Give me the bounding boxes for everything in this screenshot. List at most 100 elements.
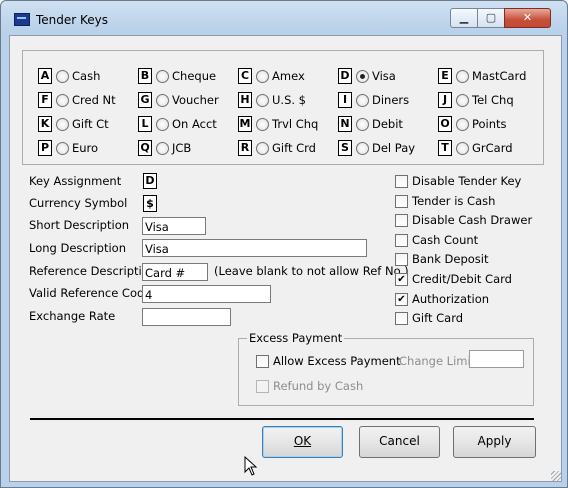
tender-key-label: Tel Chq	[472, 93, 514, 107]
tender-key-radio[interactable]	[456, 142, 469, 155]
tender-key-r[interactable]: R Gift Crd	[234, 140, 326, 156]
option-checkbox-disable-cash-drawer[interactable]	[395, 214, 408, 228]
tender-key-s[interactable]: S Del Pay	[334, 140, 426, 156]
allow-excess-payment-checkbox[interactable]	[256, 355, 269, 368]
tender-key-g[interactable]: G Voucher	[134, 92, 226, 108]
tender-key-radio[interactable]	[156, 70, 169, 83]
tender-key-p[interactable]: P Euro	[34, 140, 126, 156]
tender-key-radio[interactable]	[456, 70, 469, 83]
maximize-button[interactable]: ▢	[477, 8, 505, 28]
long-description-input[interactable]: Visa	[142, 239, 367, 257]
currency-symbol-label: Currency Symbol	[29, 196, 128, 210]
tender-keys-window: Tender Keys ▁ ▢ ✕ Key Assignment D Curre…	[0, 0, 568, 488]
option-label: Cash Count	[412, 232, 479, 247]
key-assignment-value: D	[143, 173, 157, 189]
option-checkbox-authorization[interactable]: ✔	[395, 292, 408, 306]
tender-key-i[interactable]: I Diners	[334, 92, 426, 108]
close-button[interactable]: ✕	[504, 8, 551, 28]
tender-key-t[interactable]: T GrCard	[434, 140, 526, 156]
tender-key-radio[interactable]	[256, 118, 269, 131]
tender-key-label: Cred Nt	[72, 93, 116, 107]
ok-button-label: OK	[293, 434, 312, 448]
tender-key-letter: B	[138, 68, 152, 84]
valid-reference-code-input[interactable]: 4	[142, 285, 271, 303]
option-label: Tender is Cash	[412, 193, 496, 208]
tender-key-radio[interactable]	[56, 142, 69, 155]
tender-key-label: Voucher	[172, 93, 219, 107]
option-label: Disable Tender Key	[412, 174, 522, 188]
minimize-button[interactable]: ▁	[450, 8, 478, 28]
tender-key-radio[interactable]	[156, 142, 169, 155]
apply-button[interactable]: Apply	[453, 426, 536, 458]
tender-key-label: Del Pay	[372, 141, 416, 155]
tender-key-letter: H	[238, 92, 252, 108]
tender-key-label: MastCard	[472, 69, 527, 83]
tender-key-letter: J	[438, 92, 452, 108]
tender-key-radio[interactable]	[356, 118, 369, 131]
option-checkbox-disable-tender-key[interactable]	[395, 175, 408, 188]
tender-key-letter: M	[238, 116, 252, 132]
allow-excess-payment-label: Allow Excess Payment	[273, 354, 401, 368]
option-checkbox-gift-card[interactable]	[395, 312, 408, 326]
option-label: Gift Card	[412, 311, 464, 326]
tender-key-letter: D	[338, 68, 352, 84]
tender-key-l[interactable]: L On Acct	[134, 116, 226, 132]
change-limit-input[interactable]	[469, 350, 524, 368]
tender-key-j[interactable]: J Tel Chq	[434, 92, 526, 108]
tender-key-radio[interactable]	[56, 94, 69, 107]
option-label: Credit/Debit Card	[412, 272, 512, 286]
tender-key-radio[interactable]	[56, 70, 69, 83]
cancel-button[interactable]: Cancel	[359, 426, 440, 458]
tender-key-letter: I	[338, 92, 352, 108]
tender-key-letter: N	[338, 116, 352, 132]
option-checkbox-tender-is-cash[interactable]	[395, 194, 408, 208]
tender-key-radio[interactable]	[456, 118, 469, 131]
tender-key-radio[interactable]	[456, 94, 469, 107]
tender-key-letter: K	[38, 116, 52, 132]
tender-key-n[interactable]: N Debit	[334, 116, 426, 132]
tender-key-radio[interactable]	[156, 94, 169, 107]
tender-key-b[interactable]: B Cheque	[134, 68, 226, 84]
short-description-input[interactable]: Visa	[142, 217, 206, 235]
tender-key-label: Trvl Chq	[272, 117, 319, 131]
tender-key-c[interactable]: C Amex	[234, 68, 326, 84]
refund-by-cash-label: Refund by Cash	[273, 379, 364, 393]
title-bar[interactable]: Tender Keys ▁ ▢ ✕	[1, 1, 567, 35]
tender-key-o[interactable]: O Points	[434, 116, 526, 132]
tender-key-letter: A	[38, 68, 52, 84]
reference-description-input[interactable]: Card #	[142, 263, 208, 281]
tender-key-e[interactable]: E MastCard	[434, 68, 526, 84]
tender-key-a[interactable]: A Cash	[34, 68, 126, 84]
tender-key-f[interactable]: F Cred Nt	[34, 92, 126, 108]
tender-key-radio[interactable]	[256, 94, 269, 107]
option-checkbox-cash-count[interactable]	[395, 233, 408, 247]
tender-key-m[interactable]: M Trvl Chq	[234, 116, 326, 132]
tender-key-radio[interactable]	[156, 118, 169, 131]
reference-description-label: Reference Description	[29, 264, 157, 278]
currency-symbol-value[interactable]: $	[143, 195, 157, 212]
tender-key-radio[interactable]	[56, 118, 69, 131]
tender-key-radio[interactable]	[356, 94, 369, 107]
tender-key-label: Diners	[372, 93, 410, 107]
tender-key-letter: F	[38, 92, 52, 108]
tender-key-label: Gift Ct	[72, 117, 109, 131]
separator-line	[30, 418, 534, 420]
option-label: Bank Deposit	[412, 252, 489, 267]
tender-key-h[interactable]: H U.S. $	[234, 92, 326, 108]
option-checkbox-bank-deposit[interactable]	[395, 253, 408, 267]
tender-key-label: Gift Crd	[272, 141, 316, 155]
tender-key-k[interactable]: K Gift Ct	[34, 116, 126, 132]
tender-key-q[interactable]: Q JCB	[134, 140, 226, 156]
tender-key-radio[interactable]	[256, 70, 269, 83]
tender-key-radio[interactable]	[356, 70, 369, 83]
apply-button-label: Apply	[477, 434, 512, 448]
tender-key-radio[interactable]	[356, 142, 369, 155]
resize-grip-icon[interactable]	[551, 471, 561, 481]
tender-key-radio[interactable]	[256, 142, 269, 155]
option-checkbox-credit-debit-card[interactable]: ✔	[395, 273, 408, 286]
tender-key-letter: Q	[138, 140, 152, 156]
exchange-rate-input[interactable]	[142, 308, 231, 326]
ok-button[interactable]: OK	[262, 426, 343, 458]
tender-key-d[interactable]: D Visa	[334, 68, 426, 84]
tender-key-label: Visa	[372, 69, 396, 83]
